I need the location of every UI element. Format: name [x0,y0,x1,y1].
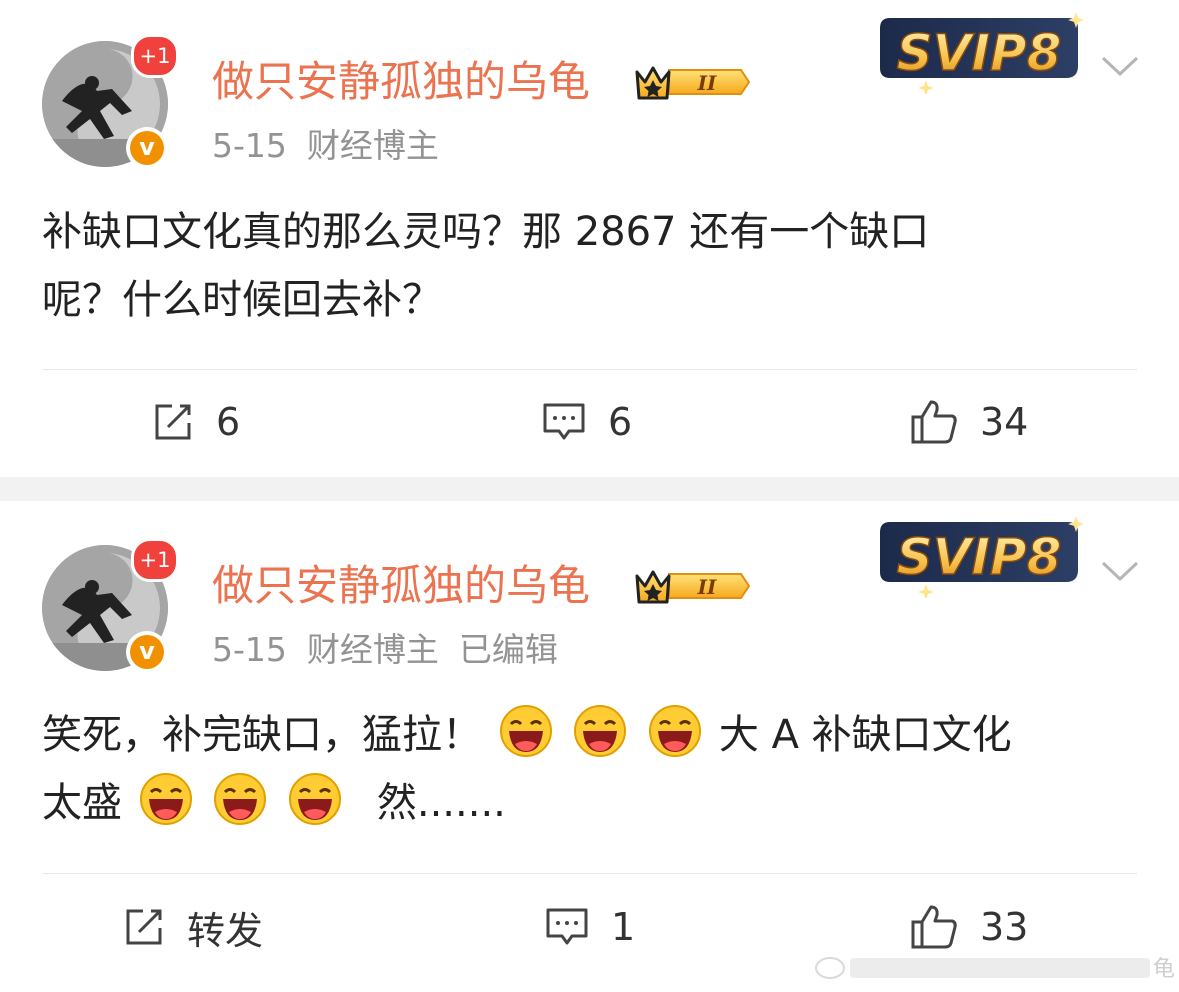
weibo-post-2: +1 v 做只安静孤独的乌龟 II 5-15 财经博主 已编辑 SVIP8 笑死… [0,501,1179,992]
svg-text:SVIP8: SVIP8 [897,24,1062,82]
chevron-down-icon[interactable] [1100,557,1140,585]
post-content: 笑死，补完缺口，猛拉！ 大 A 补缺口文化 太盛 然....... [42,701,1142,837]
crown-level-badge[interactable]: II [633,60,751,104]
laughing-emoji-icon [574,705,627,757]
divider [42,369,1137,370]
comment-count: 1 [611,905,636,949]
svip-badge[interactable]: SVIP8 [872,8,1086,94]
divider [42,873,1137,874]
laughing-emoji-icon [139,773,192,825]
like-count: 33 [980,905,1029,949]
svg-text:龟: 龟 [1153,957,1175,982]
repost-label: 转发 [187,908,264,953]
svip-badge[interactable]: SVIP8 [872,512,1086,598]
laughing-emoji-icon [289,773,342,825]
username[interactable]: 做只安静孤独的乌龟 [212,558,590,614]
svg-text:II: II [697,575,717,599]
post-separator [0,477,1179,501]
comment-button[interactable]: 1 [545,887,635,967]
repost-icon [126,909,162,945]
like-button[interactable]: 34 [910,382,1028,462]
verified-badge: v [126,127,168,169]
content-line: 太盛 然....... [42,769,1142,837]
content-line: 呢？什么时候回去补？ [42,277,442,323]
svg-text:SVIP8: SVIP8 [897,528,1062,586]
repost-icon [155,404,191,440]
notification-badge: +1 [131,34,179,78]
repost-button[interactable]: 转发 [123,887,263,967]
username[interactable]: 做只安静孤独的乌龟 [212,54,590,110]
thumbs-up-icon [911,905,957,949]
content-line: 补缺口文化真的那么灵吗？那 2867 还有一个缺口 [42,209,930,255]
watermark: 龟 [814,950,1179,984]
edited-label: 已编辑 [458,630,558,669]
svg-text:II: II [697,71,717,95]
content-line: 笑死，补完缺口，猛拉！ 大 A 补缺口文化 [42,701,1142,769]
comment-icon [543,403,585,440]
author-category: 财经博主 [306,126,439,165]
post-content: 补缺口文化真的那么灵吗？那 2867 还有一个缺口 呢？什么时候回去补？ [42,198,1142,334]
comment-button[interactable]: 6 [542,382,632,462]
comment-count: 6 [608,400,633,444]
weibo-post-1: +1 v 做只安静孤独的乌龟 II 5-15 财经博主 SVIP8 补缺口文化真… [0,0,1179,477]
laughing-emoji-icon [499,705,552,757]
post-date: 5-15 [212,126,287,165]
laughing-emoji-icon [649,705,702,757]
verified-badge: v [126,631,168,673]
post-meta: 5-15 财经博主 [212,124,459,168]
crown-level-badge[interactable]: II [633,564,751,608]
author-category: 财经博主 [306,630,439,669]
post-date: 5-15 [212,630,287,669]
notification-badge: +1 [131,538,179,582]
repost-button[interactable]: 6 [152,382,240,462]
action-bar: 6 6 34 [0,382,1179,462]
repost-count: 6 [216,400,241,444]
chevron-down-icon[interactable] [1100,52,1140,80]
thumbs-up-icon [911,400,957,444]
like-count: 34 [980,400,1029,444]
laughing-emoji-icon [214,773,267,825]
post-meta: 5-15 财经博主 已编辑 [212,628,578,672]
comment-icon [546,908,588,945]
